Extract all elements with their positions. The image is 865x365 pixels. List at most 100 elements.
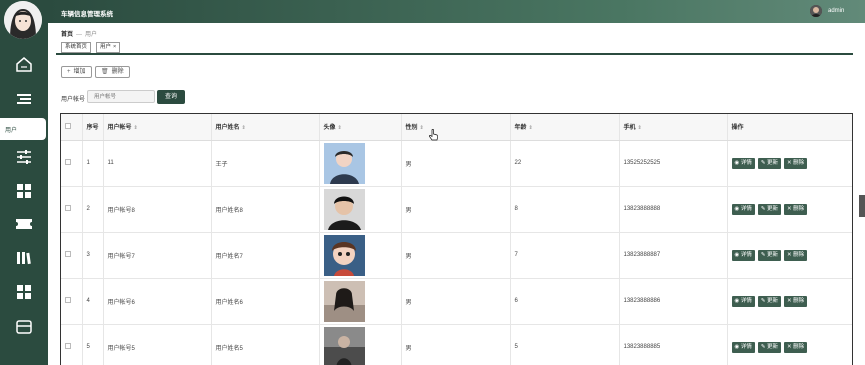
sort-icon[interactable]: ⇕ <box>134 125 138 131</box>
user-photo <box>323 188 365 230</box>
row-delete-button[interactable]: ✕ 删除 <box>784 157 808 169</box>
sliders-icon[interactable] <box>15 149 33 165</box>
column-header-gender[interactable]: 性别 ⇕ <box>401 114 511 141</box>
cell-phone: 13525252525 <box>619 140 728 187</box>
row-checkbox-cell[interactable] <box>61 232 83 279</box>
row-delete-button[interactable]: ✕ 删除 <box>784 295 808 307</box>
user-table: 序号 用户帐号 ⇕ 用户姓名 ⇕ 头像 ⇕ 性别 ⇕ 年龄 ⇕ 手机 ⇕ 操作 1 11 王… <box>60 113 853 365</box>
cell-index: 2 <box>82 186 104 233</box>
tab-user[interactable]: 用户 × <box>96 42 121 53</box>
add-button[interactable]: + 增加 <box>61 66 92 78</box>
update-button[interactable]: ✎ 更新 <box>757 203 781 215</box>
account-search-input[interactable] <box>87 90 155 103</box>
action-label: 详情 <box>740 343 752 350</box>
filter-label: 用户帐号 <box>61 97 86 103</box>
cell-gender: 男 <box>401 232 511 279</box>
update-button[interactable]: ✎ 更新 <box>757 249 781 261</box>
column-label: 序号 <box>86 125 99 132</box>
column-header-account[interactable]: 用户帐号 ⇕ <box>103 114 212 141</box>
cell-actions: ◉ 详情 ✎ 更新 ✕ 删除 <box>727 186 852 233</box>
detail-button[interactable]: ◉ 详情 <box>731 249 755 261</box>
cell-phone: 13823888887 <box>619 232 728 279</box>
action-label: 删除 <box>793 159 805 166</box>
cell-avatar <box>319 186 402 233</box>
row-checkbox-cell[interactable] <box>61 278 83 325</box>
apps-icon[interactable] <box>15 284 33 300</box>
row-checkbox-cell[interactable] <box>61 186 83 233</box>
home-icon[interactable] <box>15 56 33 72</box>
tab-system-home[interactable]: 系统首页 <box>61 42 92 53</box>
cell-phone: 13823888885 <box>619 324 728 365</box>
cell-avatar <box>319 140 402 187</box>
row-delete-button[interactable]: ✕ 删除 <box>784 203 808 215</box>
cell-actions: ◉ 详情 ✎ 更新 ✕ 删除 <box>727 324 852 365</box>
cell-account: 用户帐号7 <box>103 232 212 279</box>
menu-list-icon[interactable] <box>15 91 33 107</box>
action-label: 更新 <box>766 297 778 304</box>
update-button[interactable]: ✎ 更新 <box>757 295 781 307</box>
select-all-checkbox[interactable] <box>61 114 83 141</box>
row-checkbox-cell[interactable] <box>61 324 83 365</box>
delete-button[interactable]: 🗑︎ 删除 <box>95 66 130 78</box>
table-row: 5 用户帐号5 用户姓名5 男 5 13823888885 ◉ 详情 ✎ 更新 ✕ … <box>61 324 852 365</box>
sort-icon[interactable]: ⇕ <box>338 125 342 131</box>
grid-icon[interactable] <box>15 183 33 199</box>
checkbox[interactable] <box>65 122 71 129</box>
row-delete-button[interactable]: ✕ 删除 <box>784 341 808 353</box>
query-button[interactable]: 查询 <box>157 90 185 104</box>
cell-gender: 男 <box>401 186 511 233</box>
cell-avatar <box>319 278 402 325</box>
cell-age: 6 <box>510 278 620 325</box>
sort-icon[interactable]: ⇕ <box>638 125 642 131</box>
sort-icon[interactable]: ⇕ <box>242 125 246 131</box>
column-header-phone[interactable]: 手机 ⇕ <box>619 114 728 141</box>
user-avatar[interactable] <box>810 5 822 17</box>
cell-index: 5 <box>82 324 104 365</box>
column-label: 用户帐号 <box>107 125 132 132</box>
row-delete-button[interactable]: ✕ 删除 <box>784 249 808 261</box>
column-header-age[interactable]: 年龄 ⇕ <box>510 114 620 141</box>
checkbox[interactable] <box>65 297 71 303</box>
detail-button[interactable]: ◉ 详情 <box>731 203 755 215</box>
plus-icon: + <box>67 69 71 75</box>
cell-account: 用户帐号5 <box>103 324 212 365</box>
user-photo <box>323 326 365 365</box>
column-header-avatar[interactable]: 头像 ⇕ <box>319 114 402 141</box>
sort-icon[interactable]: ⇕ <box>529 125 533 131</box>
detail-button[interactable]: ◉ 详情 <box>731 295 755 307</box>
detail-button[interactable]: ◉ 详情 <box>731 157 755 169</box>
update-button[interactable]: ✎ 更新 <box>757 341 781 353</box>
checkbox[interactable] <box>65 343 71 349</box>
library-icon[interactable] <box>15 250 33 266</box>
row-checkbox-cell[interactable] <box>61 140 83 187</box>
close-icon[interactable]: × <box>113 44 116 50</box>
column-header-actions: 操作 <box>727 114 852 141</box>
sidebar-item-user[interactable]: 用户 <box>0 118 46 140</box>
tab-label: 系统首页 <box>65 44 88 50</box>
breadcrumb-home[interactable]: 首页 <box>61 32 73 38</box>
cell-actions: ◉ 详情 ✎ 更新 ✕ 删除 <box>727 278 852 325</box>
cell-name: 用户姓名6 <box>211 278 320 325</box>
column-label: 性别 <box>405 125 418 132</box>
sidebar: 用户 <box>0 0 48 365</box>
card-icon[interactable] <box>15 319 33 335</box>
breadcrumb-separator: — <box>76 32 83 38</box>
column-header-index: 序号 <box>82 114 104 141</box>
column-header-name[interactable]: 用户姓名 ⇕ <box>211 114 320 141</box>
checkbox[interactable] <box>65 205 71 211</box>
detail-button[interactable]: ◉ 详情 <box>731 341 755 353</box>
user-name[interactable]: admin <box>828 8 844 14</box>
breadcrumb-current: 用户 <box>85 32 98 38</box>
cell-account: 用户帐号8 <box>103 186 212 233</box>
sort-icon[interactable]: ⇕ <box>420 125 424 131</box>
update-button[interactable]: ✎ 更新 <box>757 157 781 169</box>
table-row: 2 用户帐号8 用户姓名8 男 8 13823888888 ◉ 详情 ✎ 更新 ✕ … <box>61 186 852 233</box>
side-drawer-handle[interactable] <box>859 195 865 217</box>
cell-account: 11 <box>103 140 212 187</box>
action-label: 详情 <box>740 297 752 304</box>
ticket-icon[interactable] <box>15 216 33 232</box>
checkbox[interactable] <box>65 251 71 257</box>
column-label: 头像 <box>323 125 336 132</box>
checkbox[interactable] <box>65 159 71 165</box>
action-label: 删除 <box>793 251 805 258</box>
